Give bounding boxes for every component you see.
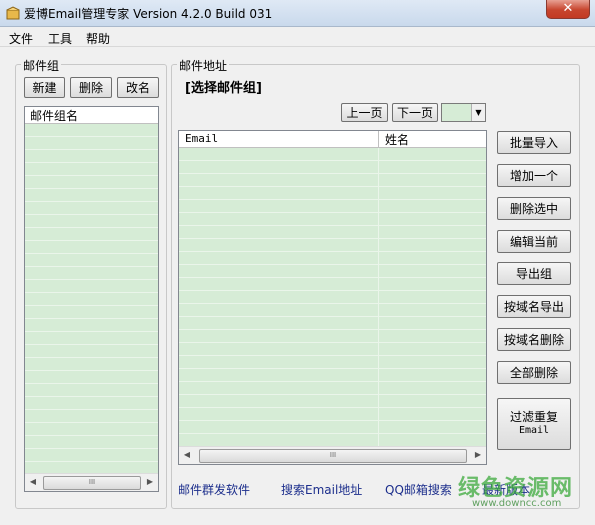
window-title: 爱博Email管理专家 Version 4.2.0 Build 031: [24, 7, 273, 21]
add-one-button[interactable]: 增加一个: [497, 164, 571, 187]
menu-file[interactable]: 文件: [9, 30, 33, 47]
scroll-thumb[interactable]: III: [199, 449, 467, 463]
rename-group-button[interactable]: 改名: [117, 77, 159, 98]
link-search-email[interactable]: 搜索Email地址: [281, 481, 362, 498]
filter-duplicates-label: 过滤重复: [509, 410, 558, 424]
prev-page-button[interactable]: 上一页: [341, 103, 388, 122]
delete-by-domain-button[interactable]: 按域名删除: [497, 328, 571, 351]
new-group-button[interactable]: 新建: [24, 77, 65, 98]
groups-horizontal-scrollbar[interactable]: ◀ III ▶: [25, 473, 158, 491]
menu-bar: 文件 工具 帮助: [0, 27, 595, 47]
filter-duplicates-sublabel: Email: [518, 425, 550, 436]
scroll-right-icon[interactable]: ▶: [470, 447, 486, 463]
column-header-group-name[interactable]: 邮件组名: [30, 107, 78, 124]
watermark-url: www.downcc.com: [472, 498, 562, 509]
delete-all-button[interactable]: 全部删除: [497, 361, 571, 384]
groups-list[interactable]: 邮件组名 ◀ III ▶: [24, 106, 159, 492]
column-divider[interactable]: [378, 131, 379, 147]
page-select[interactable]: ▼: [441, 103, 486, 122]
link-qq-mail-search[interactable]: QQ邮箱搜索: [385, 481, 452, 498]
column-header-name[interactable]: 姓名: [385, 131, 409, 148]
link-mass-mail-software[interactable]: 邮件群发软件: [178, 481, 250, 498]
delete-selected-button[interactable]: 删除选中: [497, 197, 571, 220]
next-page-button[interactable]: 下一页: [392, 103, 438, 122]
chevron-down-icon[interactable]: ▼: [471, 104, 485, 121]
close-button[interactable]: ✕: [546, 0, 590, 19]
app-icon: [6, 6, 20, 20]
menu-help[interactable]: 帮助: [86, 30, 110, 47]
menu-tools[interactable]: 工具: [48, 30, 72, 47]
mail-groups-title: 邮件组: [21, 57, 62, 74]
scroll-thumb[interactable]: III: [43, 476, 141, 490]
edit-current-button[interactable]: 编辑当前: [497, 230, 571, 253]
scroll-left-icon[interactable]: ◀: [179, 447, 195, 463]
email-table[interactable]: Email 姓名 ◀ III ▶: [178, 130, 487, 465]
email-table-header: Email 姓名: [179, 131, 486, 148]
scroll-left-icon[interactable]: ◀: [25, 474, 41, 490]
groups-list-header: 邮件组名: [25, 107, 158, 124]
export-by-domain-button[interactable]: 按域名导出: [497, 295, 571, 318]
groups-list-rows: [25, 124, 158, 474]
column-header-email[interactable]: Email: [185, 132, 218, 145]
selected-group-label: [选择邮件组]: [185, 81, 262, 96]
delete-group-button[interactable]: 删除: [70, 77, 112, 98]
close-icon: ✕: [562, 1, 574, 16]
title-bar: 爱博Email管理专家 Version 4.2.0 Build 031 ✕: [0, 0, 595, 27]
mail-address-title: 邮件地址: [177, 57, 230, 74]
email-table-rows: [179, 148, 486, 447]
export-group-button[interactable]: 导出组: [497, 262, 571, 285]
scroll-right-icon[interactable]: ▶: [142, 474, 158, 490]
email-horizontal-scrollbar[interactable]: ◀ III ▶: [179, 446, 486, 464]
batch-import-button[interactable]: 批量导入: [497, 131, 571, 154]
filter-duplicates-button[interactable]: 过滤重复 Email: [497, 398, 571, 450]
